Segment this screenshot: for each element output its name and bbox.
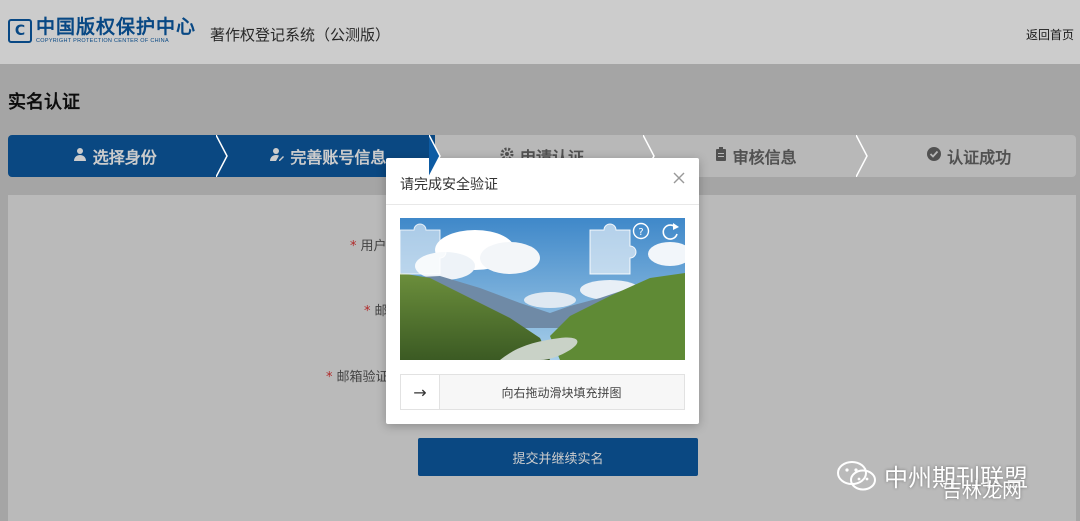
- puzzle-image: ?: [400, 218, 685, 360]
- step-chevron-icon: [642, 135, 655, 177]
- step-chevron-icon: [215, 135, 228, 177]
- step-chevron-icon: [856, 135, 869, 177]
- modal-title: 请完成安全验证: [400, 177, 498, 193]
- watermark-sub: 吉林龙网: [942, 478, 1022, 502]
- svg-text:?: ?: [638, 227, 643, 238]
- captcha-slider[interactable]: → 向右拖动滑块填充拼图: [400, 374, 685, 410]
- modal-divider: [386, 204, 699, 205]
- slider-handle[interactable]: →: [401, 375, 440, 409]
- close-icon[interactable]: [671, 170, 687, 186]
- slider-instruction: 向右拖动滑块填充拼图: [501, 385, 622, 400]
- wechat-icon: [837, 460, 876, 490]
- step-chevron-icon: [429, 135, 442, 177]
- captcha-modal: 请完成安全验证 ? → 向右拖动滑块填充拼图: [386, 158, 699, 424]
- arrow-right-icon: →: [413, 382, 427, 402]
